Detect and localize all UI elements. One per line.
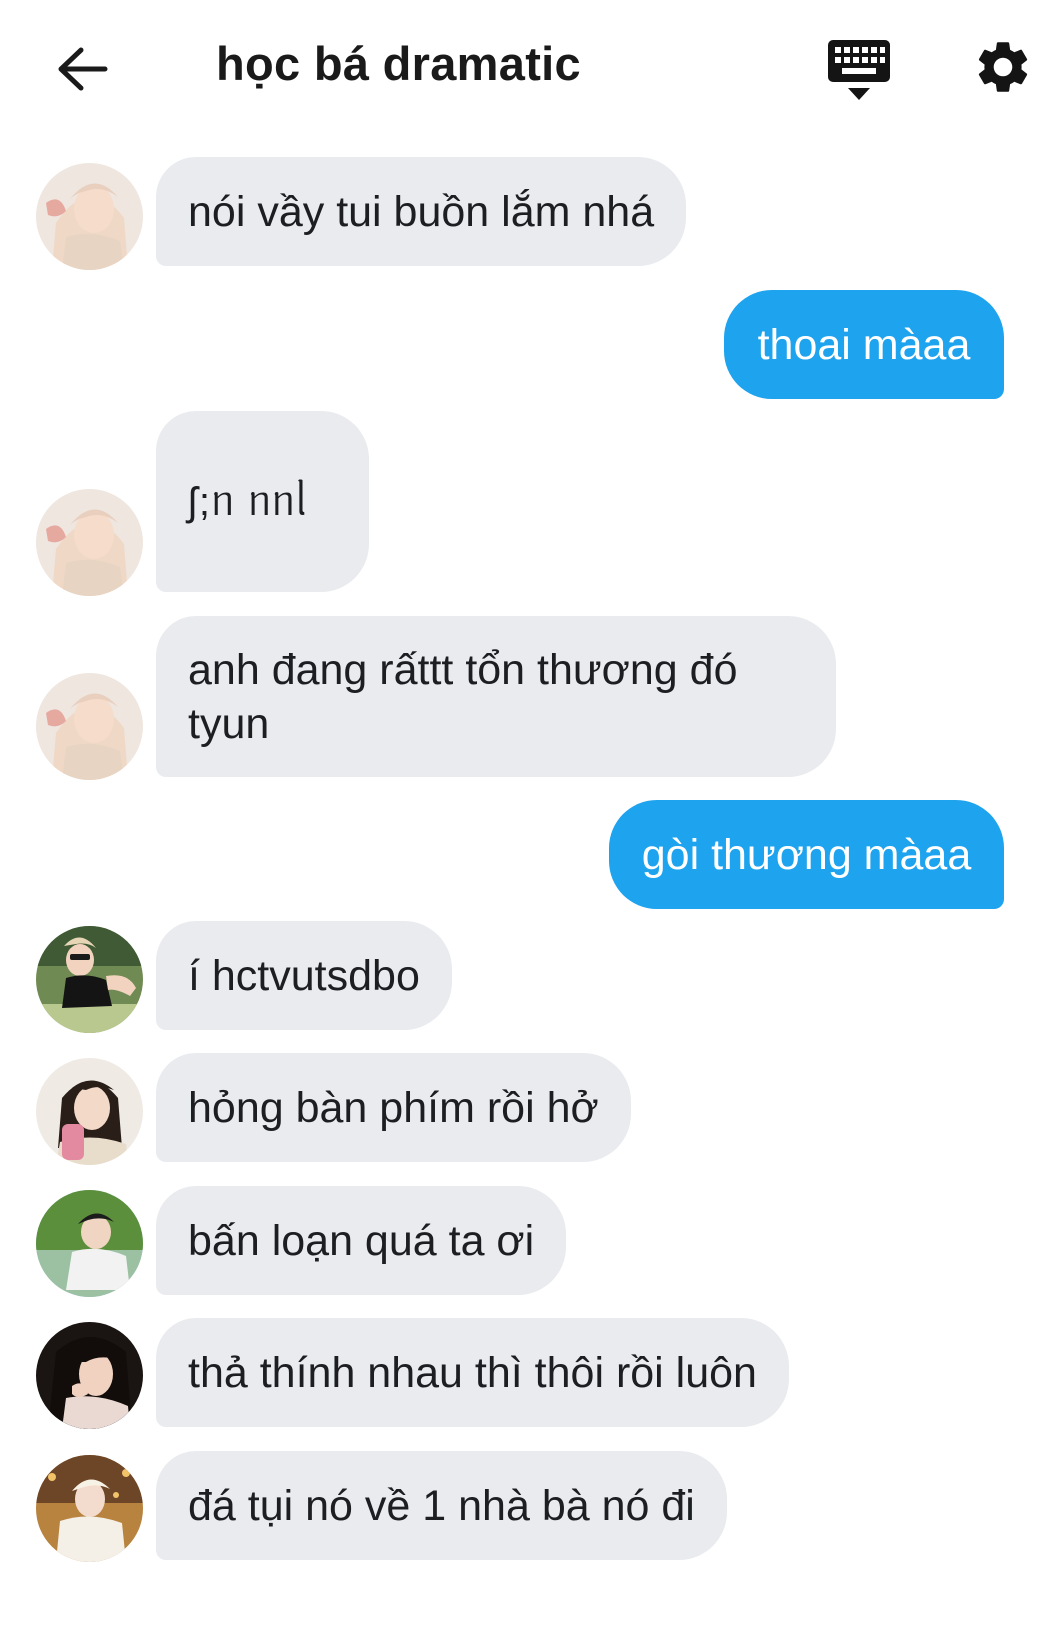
message-text: đá tụi nó về 1 nhà bà nó đi xyxy=(188,1481,695,1530)
message-text: anh đang rấttt tổn thương đó tyun xyxy=(188,645,738,748)
avatar[interactable] xyxy=(36,1190,143,1297)
message-bubble[interactable]: đá tụi nó về 1 nhà bà nó đi xyxy=(156,1451,727,1560)
avatar[interactable] xyxy=(36,1455,143,1562)
message-text: nói vầy tui buồn lắm nhá xyxy=(188,187,655,236)
settings-button[interactable] xyxy=(972,36,1034,98)
chat-header: học bá dramatic xyxy=(0,0,1062,130)
message-bubble[interactable]: thoai màaa xyxy=(724,290,1004,399)
avatar[interactable] xyxy=(36,1322,143,1429)
message-text: hỏng bàn phím rồi hở xyxy=(188,1083,599,1132)
message-text: bấn loạn quá ta ơi xyxy=(188,1216,535,1265)
avatar[interactable] xyxy=(36,926,143,1033)
avatar[interactable] xyxy=(36,163,143,270)
keyboard-button[interactable] xyxy=(826,38,892,102)
back-button[interactable] xyxy=(52,38,114,100)
message-bubble[interactable]: hỏng bàn phím rồi hở xyxy=(156,1053,631,1162)
message-text: thoai màaa xyxy=(757,320,971,369)
message-bubble[interactable]: ʃ;ᥒ ᥒᥒᥣ xyxy=(156,411,369,592)
arrow-left-icon xyxy=(58,47,108,91)
keyboard-icon xyxy=(828,40,890,100)
message-bubble[interactable]: thả thính nhau thì thôi rồi luôn xyxy=(156,1318,789,1427)
message-bubble[interactable]: nói vầy tui buồn lắm nhá xyxy=(156,157,687,266)
gear-icon xyxy=(978,42,1028,92)
message-text: gòi thương màaa xyxy=(641,830,972,879)
avatar[interactable] xyxy=(36,673,143,780)
message-bubble[interactable]: í hctvutsdbo xyxy=(156,921,452,1030)
chat-title: học bá dramatic xyxy=(216,37,581,90)
message-bubble[interactable]: bấn loạn quá ta ơi xyxy=(156,1186,567,1295)
message-text: ʃ;ᥒ ᥒᥒᥣ xyxy=(188,479,310,524)
message-bubble[interactable]: gòi thương màaa xyxy=(609,800,1004,909)
message-text: thả thính nhau thì thôi rồi luôn xyxy=(188,1348,757,1397)
avatar[interactable] xyxy=(36,489,143,596)
message-bubble[interactable]: anh đang rấttt tổn thương đó tyun xyxy=(156,616,836,777)
avatar[interactable] xyxy=(36,1058,143,1165)
message-text: í hctvutsdbo xyxy=(188,951,420,1000)
